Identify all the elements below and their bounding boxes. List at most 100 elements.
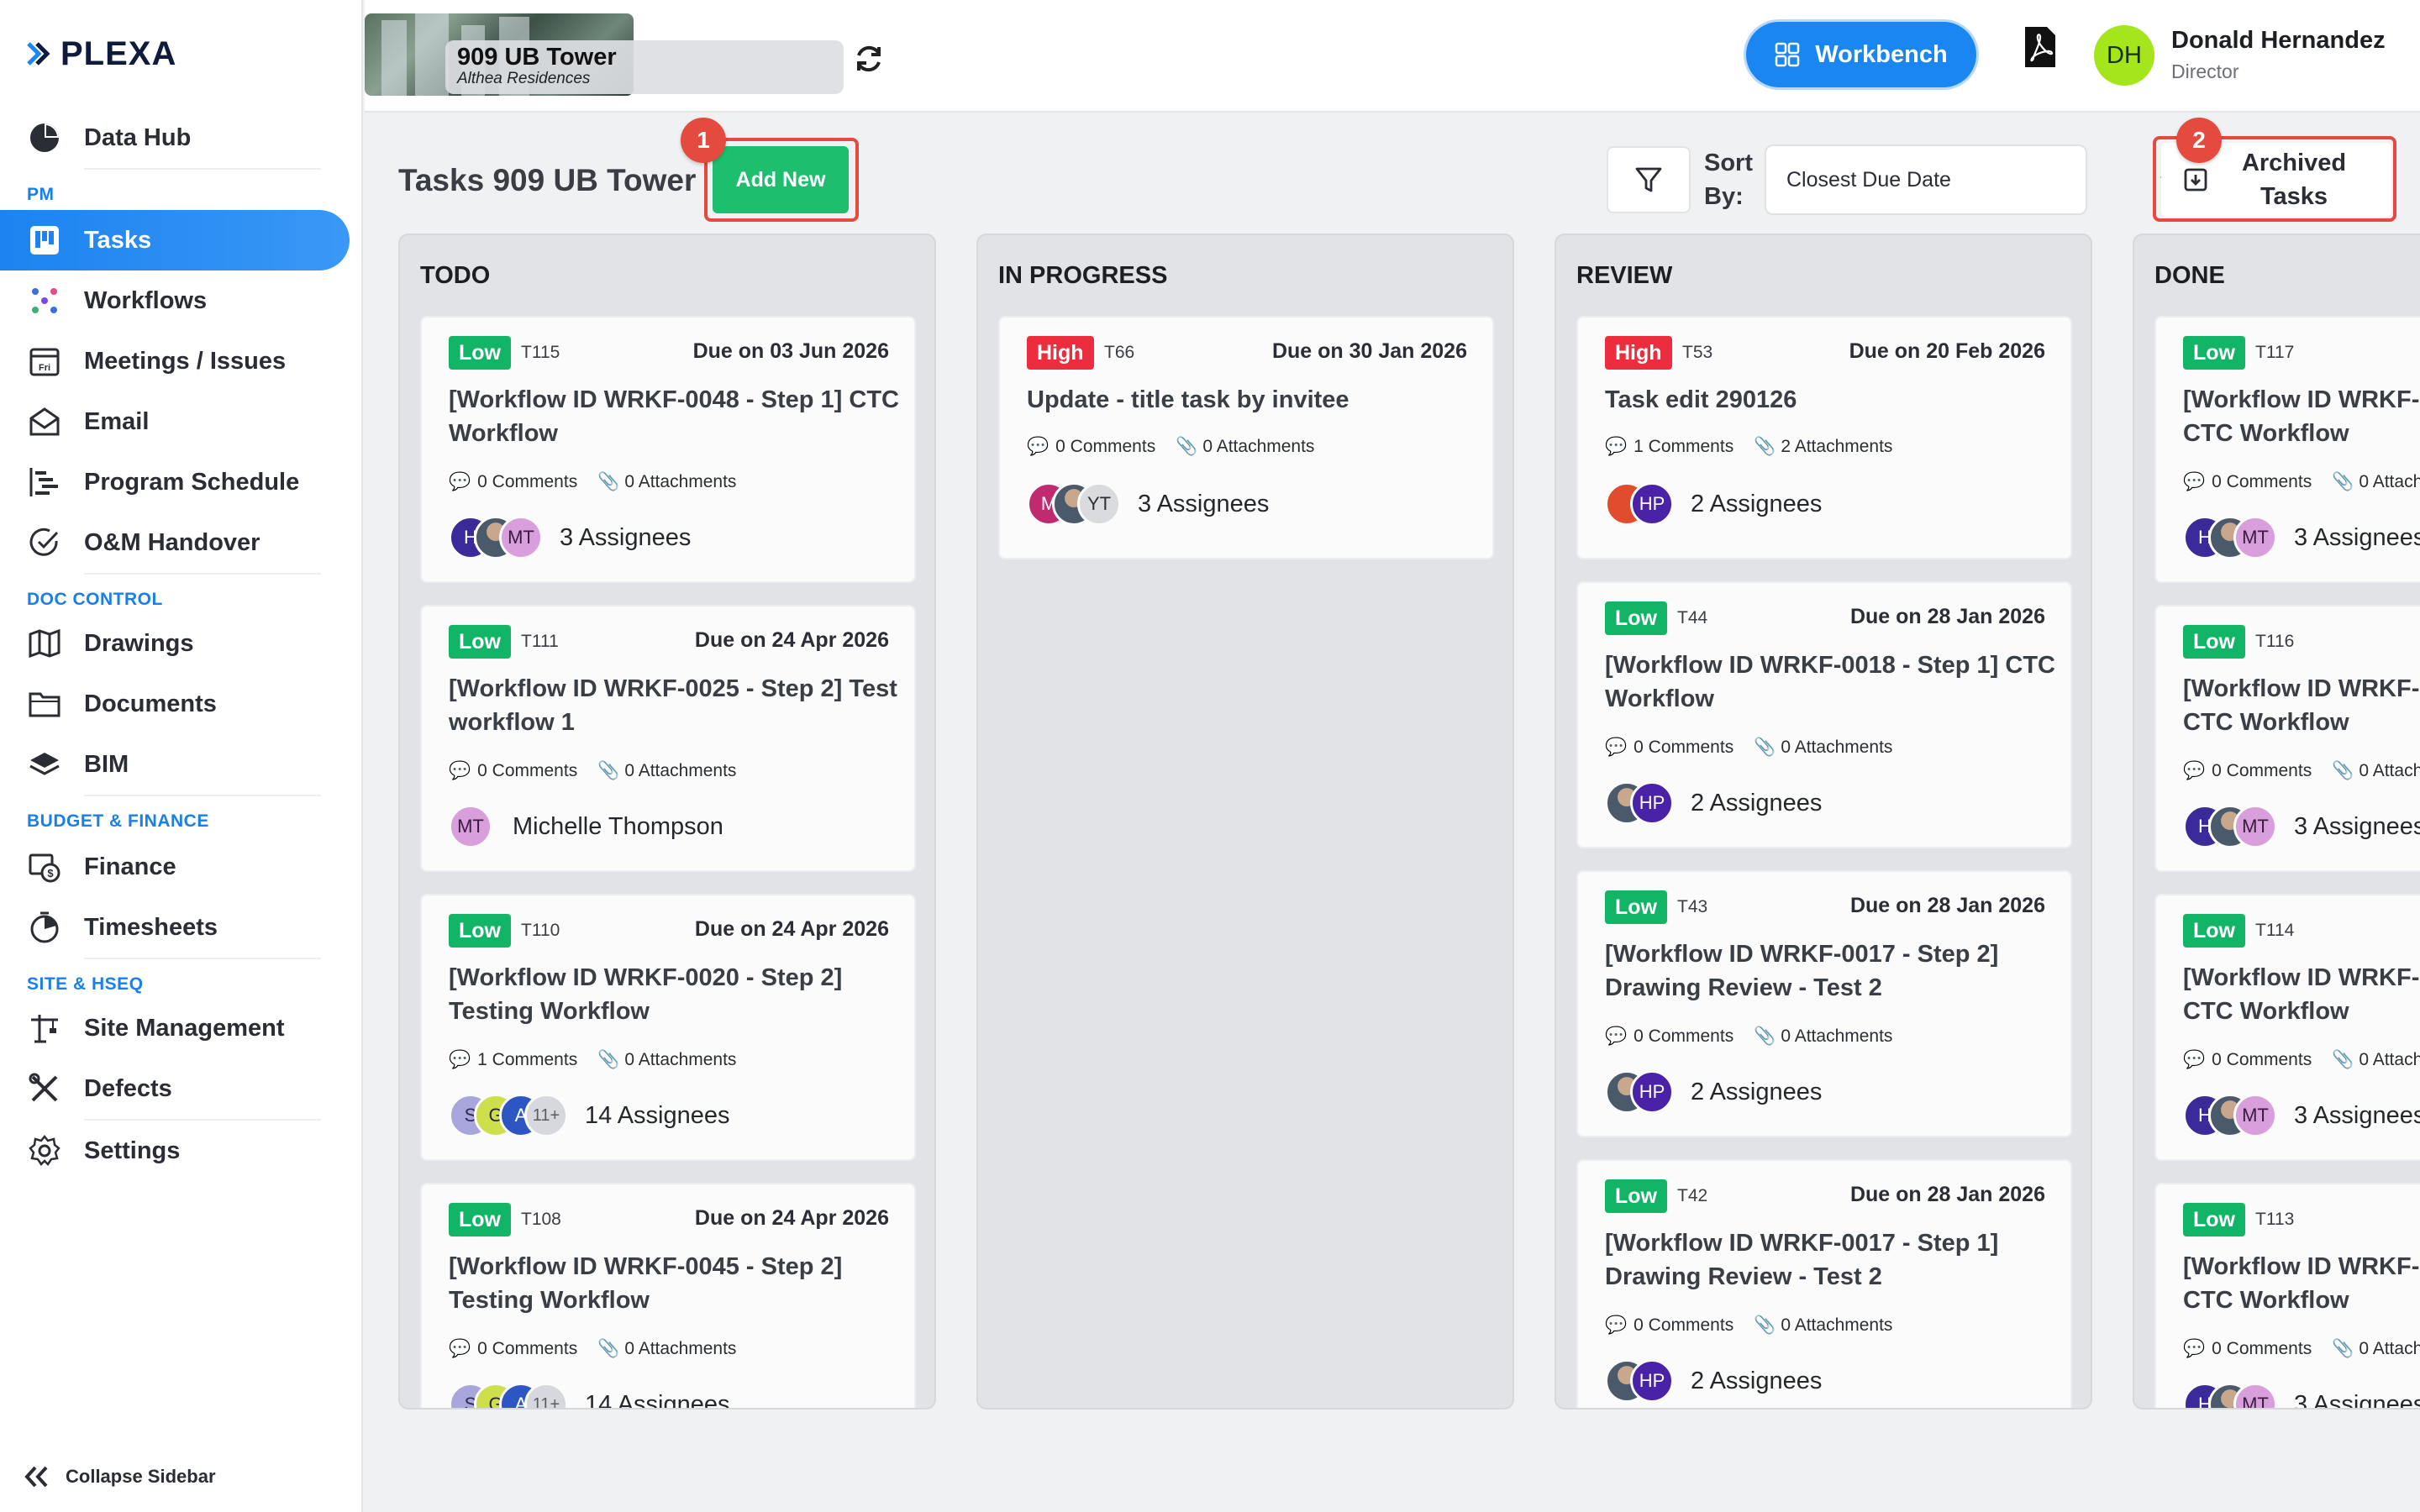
sidebar-item-email[interactable]: Email: [0, 391, 350, 452]
attachments-count: 0 Attachments: [624, 1339, 737, 1358]
task-title: [Workflow ID WRKF-0 CTC Workflow: [2183, 961, 2420, 1028]
sidebar-item-site-management[interactable]: Site Management: [0, 998, 350, 1058]
paperclip-icon: 📎: [597, 472, 620, 491]
task-id: T108: [521, 1210, 561, 1229]
sidebar-item-label: Documents: [84, 690, 217, 717]
task-card[interactable]: Low T111 Due on 24 Apr 2026 [Workflow ID…: [420, 605, 916, 872]
sidebar-item-label: Timesheets: [84, 913, 218, 941]
assignee-count: 2 Assignees: [1691, 490, 1823, 517]
add-new-button[interactable]: Add New: [713, 146, 849, 213]
project-subtitle: Althea Residences: [457, 70, 591, 87]
assignee-group[interactable]: H MT 3 Assignees: [2183, 805, 2420, 848]
workbench-button[interactable]: Workbench: [1746, 22, 1976, 87]
task-id: T117: [2255, 343, 2295, 362]
assignee-group[interactable]: H MT 3 Assignees: [2183, 516, 2420, 559]
assignee-count: 3 Assignees: [2294, 812, 2420, 840]
task-card[interactable]: Low T108 Due on 24 Apr 2026 [Workflow ID…: [420, 1183, 916, 1408]
avatar: MT: [2233, 1094, 2277, 1137]
sidebar-item-tasks[interactable]: Tasks: [0, 210, 350, 270]
assignee-group[interactable]: HP 2 Assignees: [1605, 482, 1822, 526]
pdf-icon[interactable]: [2023, 25, 2057, 69]
sidebar-item-workflows[interactable]: Workflows: [0, 270, 350, 331]
sidebar-item-label: Meetings / Issues: [84, 347, 287, 375]
archived-tasks-label: Archived Tasks: [2241, 150, 2347, 210]
more-assignees-badge: 11+: [524, 1094, 568, 1137]
task-card[interactable]: Low T43 Due on 28 Jan 2026 [Workflow ID …: [1576, 870, 2072, 1137]
sidebar-item-bim[interactable]: BIM: [0, 734, 350, 795]
task-card[interactable]: Low T114 [Workflow ID WRKF-0 CTC Workflow…: [2154, 894, 2420, 1161]
attachments-count: 0 Attach: [2359, 1050, 2420, 1069]
task-title: [Workflow ID WRKF-0017 - Step 1] Drawing…: [1605, 1230, 1999, 1290]
task-card[interactable]: Low T44 Due on 28 Jan 2026 [Workflow ID …: [1576, 581, 2072, 848]
attachments-count: 0 Attachments: [1781, 1026, 1893, 1046]
task-title-line: [Workflow ID WRKF-0: [2183, 1253, 2420, 1280]
sidebar-item-defects[interactable]: Defects: [0, 1058, 350, 1119]
comment-icon: 💬: [449, 1050, 471, 1069]
task-id: T42: [1677, 1186, 1708, 1205]
building-shape: [415, 13, 449, 96]
sidebar-item-meetings[interactable]: Fri Meetings / Issues: [0, 331, 350, 391]
gear-icon: [27, 1133, 62, 1168]
project-name: 909 UB Tower: [457, 44, 617, 71]
sidebar-item-documents[interactable]: Documents: [0, 674, 350, 734]
task-card[interactable]: High T53 Due on 20 Feb 2026 Task edit 29…: [1576, 316, 2072, 559]
svg-text:Fri: Fri: [39, 363, 50, 373]
attachments-count: 2 Attachments: [1781, 437, 1893, 456]
assignee-group[interactable]: HP 2 Assignees: [1605, 1359, 1822, 1403]
task-card[interactable]: Low T117 [Workflow ID WRKF-0 CTC Workflow…: [2154, 316, 2420, 583]
assignee-group[interactable]: HP 2 Assignees: [1605, 781, 1822, 825]
task-card[interactable]: Low T110 Due on 24 Apr 2026 [Workflow ID…: [420, 894, 916, 1161]
collapse-sidebar-button[interactable]: Collapse Sidebar: [24, 1465, 216, 1488]
sort-label: Sort By:: [1704, 150, 1753, 210]
filter-button[interactable]: [1607, 146, 1691, 213]
sort-select[interactable]: Closest Due Date: [1765, 144, 2087, 215]
sidebar-item-data-hub[interactable]: Data Hub: [0, 108, 350, 168]
column-title: DONE: [2154, 262, 2225, 289]
user-avatar[interactable]: DH: [2094, 25, 2154, 86]
task-meta: 💬 0 Comments 📎 0 Attach: [2183, 761, 2420, 781]
assignee-group[interactable]: S G A 11+ 14 Assignees: [449, 1383, 730, 1408]
attachments-count: 0 Attachments: [1202, 437, 1315, 456]
task-title-line: [Workflow ID WRKF-0: [2183, 964, 2420, 991]
sidebar-item-drawings[interactable]: Drawings: [0, 613, 350, 674]
task-meta: 💬 0 Comments 📎 0 Attachments: [449, 761, 736, 781]
due-date: Due on 28 Jan 2026: [1849, 605, 2045, 628]
sidebar-item-om-handover[interactable]: O&M Handover: [0, 512, 350, 573]
sidebar-item-settings[interactable]: Settings: [0, 1121, 350, 1181]
app-logo[interactable]: PLEXA: [27, 35, 176, 72]
task-card[interactable]: Low T116 [Workflow ID WRKF-0 CTC Workflow…: [2154, 605, 2420, 872]
priority-badge: Low: [2183, 1203, 2245, 1236]
comment-icon: 💬: [449, 1339, 471, 1358]
sidebar-item-label: Data Hub: [84, 123, 192, 151]
assignee-group[interactable]: H MT 3 Assignees: [2183, 1383, 2420, 1408]
sidebar-item-program-schedule[interactable]: Program Schedule: [0, 452, 350, 512]
assignee-group[interactable]: M YT 3 Assignees: [1027, 482, 1269, 526]
assignee-group[interactable]: HP 2 Assignees: [1605, 1070, 1822, 1114]
task-id: T53: [1682, 343, 1713, 362]
comment-icon: 💬: [449, 472, 471, 491]
assignee-group[interactable]: S G A 11+ 14 Assignees: [449, 1094, 730, 1137]
due-date: Due on 24 Apr 2026: [694, 917, 889, 941]
avatar: MT: [449, 805, 492, 848]
assignee-group[interactable]: H MT 3 Assignees: [2183, 1094, 2420, 1137]
project-selector[interactable]: 909 UB Tower Althea Residences: [445, 40, 844, 94]
sync-icon[interactable]: [852, 42, 886, 76]
sidebar-item-timesheets[interactable]: Timesheets: [0, 897, 350, 958]
sidebar-item-finance[interactable]: $ Finance: [0, 837, 350, 897]
task-card[interactable]: Low T113 [Workflow ID WRKF-0 CTC Workflow…: [2154, 1183, 2420, 1408]
task-title: Task edit 290126: [1605, 386, 1797, 413]
task-title-line: CTC Workflow: [2183, 1287, 2349, 1314]
comments-count: 0 Comments: [1634, 1315, 1734, 1335]
assignee-group[interactable]: H MT 3 Assignees: [449, 516, 691, 559]
comments-count: 0 Comments: [1634, 738, 1734, 757]
due-date: Due on 30 Jan 2026: [1271, 339, 1467, 363]
task-card[interactable]: Low T115 Due on 03 Jun 2026 [Workflow ID…: [420, 316, 916, 583]
assignee-group[interactable]: MT Michelle Thompson: [449, 805, 723, 848]
task-card[interactable]: Low T42 Due on 28 Jan 2026 [Workflow ID …: [1576, 1159, 2072, 1408]
section-label-doc-control: DOC CONTROL: [27, 590, 163, 609]
assignee-count: 3 Assignees: [2294, 523, 2420, 551]
priority-badge: Low: [1605, 1179, 1667, 1213]
sidebar-item-label: Finance: [84, 853, 176, 880]
task-card[interactable]: High T66 Due on 30 Jan 2026 Update - tit…: [998, 316, 1494, 559]
due-date: Due on 24 Apr 2026: [694, 1206, 889, 1230]
